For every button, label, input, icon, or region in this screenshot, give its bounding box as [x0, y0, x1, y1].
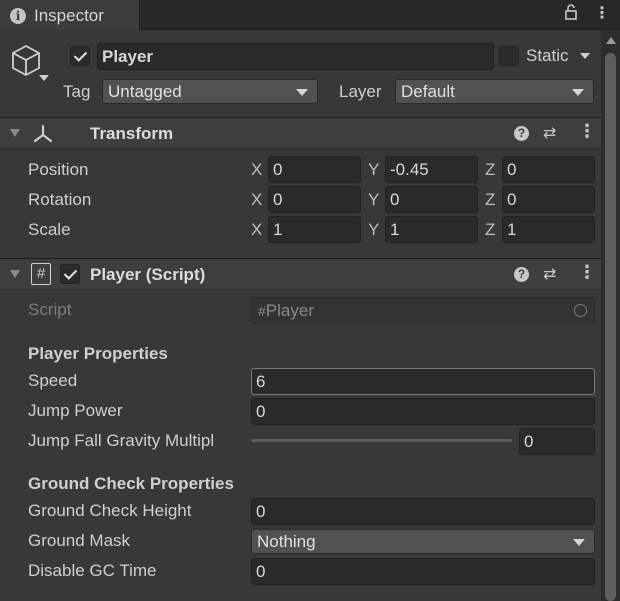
scale-z-field[interactable]: 1 — [502, 216, 595, 243]
player-script-title: Player (Script) — [90, 265, 206, 284]
script-object-value: Player — [265, 301, 314, 320]
tag-dropdown-value: Untagged — [108, 82, 182, 101]
presets-icon[interactable]: ⇄ — [543, 264, 556, 284]
vertical-scrollbar[interactable] — [601, 31, 620, 601]
object-name-field[interactable]: Player — [97, 43, 494, 70]
inspector-tab-bar: i Inspector ⋮ — [0, 0, 620, 31]
foldout-arrow-icon[interactable] — [10, 129, 20, 137]
jump-fall-gravity-field[interactable]: 0 — [519, 428, 595, 455]
position-x-axis-label[interactable]: X — [251, 160, 262, 180]
chevron-down-icon — [572, 89, 584, 96]
rotation-z-axis-label[interactable]: Z — [485, 190, 495, 210]
hash-script-icon: # — [258, 303, 266, 319]
position-label: Position — [28, 160, 89, 179]
scroll-up-arrow-icon[interactable] — [606, 37, 616, 44]
scale-z-axis-label[interactable]: Z — [485, 220, 495, 240]
scale-x-field[interactable]: 1 — [268, 216, 361, 243]
static-checkbox[interactable] — [499, 46, 519, 66]
object-picker-icon — [574, 304, 587, 317]
kebab-menu-icon[interactable]: ⋮ — [578, 262, 596, 283]
tag-label: Tag — [63, 82, 91, 101]
disable-gc-time-label: Disable GC Time — [28, 561, 157, 580]
ground-mask-label: Ground Mask — [28, 531, 131, 550]
rotation-y-axis-label[interactable]: Y — [368, 190, 379, 210]
layer-dropdown[interactable]: Default — [395, 79, 594, 104]
position-y-axis-label[interactable]: Y — [368, 160, 379, 180]
rotation-z-field[interactable]: 0 — [502, 186, 595, 213]
inspector-tab[interactable]: i Inspector — [0, 0, 140, 31]
scale-label: Scale — [28, 220, 71, 239]
scale-x-axis-label[interactable]: X — [251, 220, 262, 240]
lock-icon[interactable] — [564, 3, 578, 26]
transform-header[interactable]: Transform ? ⇄ ⋮ — [0, 117, 601, 149]
scrollbar-thumb[interactable] — [605, 53, 616, 601]
speed-field[interactable]: 6 — [251, 368, 595, 395]
jump-fall-gravity-label: Jump Fall Gravity Multipl — [28, 431, 215, 450]
help-icon[interactable]: ? — [514, 267, 529, 282]
ground-check-properties-header: Ground Check Properties — [28, 474, 234, 493]
layer-label: Layer — [339, 82, 382, 101]
player-script-header[interactable]: # Player (Script) ? ⇄ ⋮ — [0, 258, 601, 290]
position-z-axis-label[interactable]: Z — [485, 160, 495, 180]
jump-power-field[interactable]: 0 — [251, 398, 595, 425]
hash-script-icon: # — [31, 263, 51, 285]
transform-title: Transform — [90, 124, 174, 143]
foldout-arrow-icon[interactable] — [10, 270, 20, 278]
tab-actions: ⋮ — [564, 3, 610, 26]
ground-check-height-field[interactable]: 0 — [251, 498, 595, 525]
ground-check-height-label: Ground Check Height — [28, 501, 192, 520]
script-enabled-checkbox[interactable] — [60, 264, 80, 284]
presets-icon[interactable]: ⇄ — [543, 123, 556, 143]
script-object-field: #Player — [251, 297, 595, 324]
position-z-field[interactable]: 0 — [502, 156, 595, 183]
static-label[interactable]: Static — [526, 46, 569, 66]
speed-label: Speed — [28, 371, 78, 390]
scale-y-axis-label[interactable]: Y — [368, 220, 379, 240]
cube-icon[interactable] — [10, 44, 42, 83]
help-icon[interactable]: ? — [514, 126, 529, 141]
inspector-tab-label: Inspector — [34, 5, 104, 25]
disable-gc-time-field[interactable]: 0 — [251, 558, 595, 585]
chevron-down-icon — [296, 89, 308, 96]
rotation-x-axis-label[interactable]: X — [251, 190, 262, 210]
kebab-menu-icon[interactable]: ⋮ — [578, 121, 596, 142]
object-icon-dropdown-caret[interactable] — [39, 75, 49, 81]
rotation-y-field[interactable]: 0 — [385, 186, 478, 213]
static-dropdown-caret[interactable] — [580, 53, 590, 59]
tag-dropdown[interactable]: Untagged — [102, 79, 318, 104]
ground-mask-dropdown[interactable]: Nothing — [251, 529, 595, 554]
scale-y-field[interactable]: 1 — [385, 216, 478, 243]
layer-dropdown-value: Default — [401, 82, 455, 101]
position-x-field[interactable]: 0 — [268, 156, 361, 183]
transform-axes-icon — [32, 123, 54, 150]
rotation-label: Rotation — [28, 190, 92, 209]
object-active-checkbox[interactable] — [70, 46, 90, 66]
chevron-down-icon — [573, 539, 585, 546]
jump-fall-gravity-slider[interactable] — [251, 439, 512, 442]
kebab-menu-icon[interactable]: ⋮ — [594, 3, 610, 26]
jump-power-label: Jump Power — [28, 401, 123, 420]
position-y-field[interactable]: -0.45 — [385, 156, 478, 183]
ground-mask-value: Nothing — [257, 532, 316, 551]
player-properties-header: Player Properties — [28, 344, 168, 363]
info-icon: i — [10, 7, 26, 24]
script-label: Script — [28, 300, 72, 319]
rotation-x-field[interactable]: 0 — [268, 186, 361, 213]
